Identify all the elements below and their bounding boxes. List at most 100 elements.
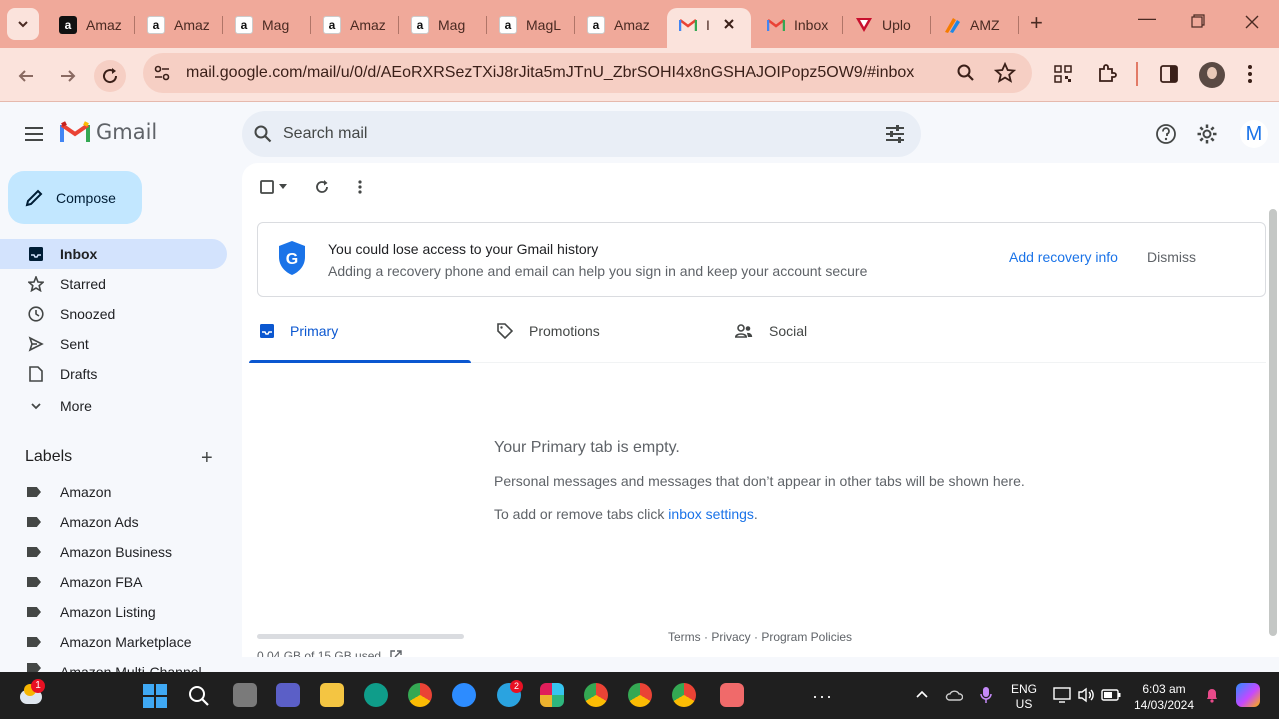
close-icon[interactable] bbox=[723, 18, 735, 30]
sidebar-item-drafts[interactable]: Drafts bbox=[0, 359, 227, 389]
asana-icon[interactable] bbox=[720, 683, 744, 707]
browser-tab[interactable]: a Mag bbox=[223, 8, 311, 42]
create-label-button[interactable]: + bbox=[201, 447, 213, 470]
minimize-button[interactable]: — bbox=[1138, 8, 1156, 29]
browser-tab[interactable]: a Amaz bbox=[311, 8, 399, 42]
task-view-icon[interactable] bbox=[233, 683, 257, 707]
site-info-icon[interactable] bbox=[153, 64, 171, 82]
label-item[interactable]: Amazon bbox=[0, 477, 227, 507]
zoom-app-icon[interactable] bbox=[452, 683, 476, 707]
tab-search-button[interactable] bbox=[7, 8, 39, 40]
dismiss-button[interactable]: Dismiss bbox=[1147, 249, 1196, 265]
new-tab-button[interactable]: + bbox=[1030, 10, 1043, 36]
browser-tab[interactable]: a Amaz bbox=[135, 8, 223, 42]
system-clock[interactable]: 6:03 am 14/03/2024 bbox=[1124, 681, 1204, 713]
sidebar-item-starred[interactable]: Starred bbox=[0, 269, 227, 299]
open-in-new-icon[interactable] bbox=[390, 650, 403, 657]
close-window-button[interactable] bbox=[1244, 14, 1260, 35]
settings-button[interactable] bbox=[1195, 122, 1219, 146]
browser-tab[interactable]: a Amaz bbox=[575, 8, 665, 42]
browser-tab[interactable]: Uplo bbox=[843, 8, 931, 42]
sidebar-item-sent[interactable]: Sent bbox=[0, 329, 227, 359]
microphone-icon[interactable] bbox=[980, 686, 992, 704]
select-all-checkbox[interactable] bbox=[260, 179, 287, 195]
chrome-profile-icon[interactable] bbox=[628, 683, 652, 707]
sidebar-item-snoozed[interactable]: Snoozed bbox=[0, 299, 227, 329]
url-text[interactable]: mail.google.com/mail/u/0/d/AEoRXRSezTXiJ… bbox=[186, 64, 946, 82]
main-menu-icon[interactable] bbox=[25, 127, 43, 141]
tab-promotions[interactable]: Promotions bbox=[497, 298, 600, 363]
slack-icon[interactable] bbox=[540, 683, 564, 707]
chevron-up-icon[interactable] bbox=[915, 689, 929, 699]
chrome-profile-icon[interactable] bbox=[672, 683, 696, 707]
add-recovery-info-button[interactable]: Add recovery info bbox=[1009, 249, 1118, 265]
search-input[interactable] bbox=[283, 125, 843, 143]
edge-icon[interactable] bbox=[364, 683, 388, 707]
browser-tab[interactable]: AMZ bbox=[931, 8, 1019, 42]
reload-button[interactable] bbox=[94, 60, 126, 92]
search-options-icon[interactable] bbox=[885, 125, 905, 143]
file-explorer-icon[interactable] bbox=[320, 683, 344, 707]
browser-tab-active[interactable]: I bbox=[667, 8, 751, 48]
browser-tab[interactable]: a MagL bbox=[487, 8, 575, 42]
chrome-icon[interactable] bbox=[408, 683, 432, 707]
browser-tab[interactable]: a Mag bbox=[399, 8, 487, 42]
chrome-profile-icon[interactable] bbox=[584, 683, 608, 707]
tab-primary[interactable]: Primary bbox=[260, 298, 338, 363]
search-icon[interactable] bbox=[254, 125, 272, 143]
support-button[interactable] bbox=[1154, 122, 1178, 146]
language-indicator[interactable]: ENG US bbox=[1006, 682, 1042, 712]
side-panel-icon[interactable] bbox=[1159, 64, 1179, 84]
extensions-icon[interactable] bbox=[1096, 63, 1118, 85]
more-apps-icon[interactable]: ··· bbox=[812, 686, 833, 707]
battery-icon[interactable] bbox=[1101, 688, 1121, 702]
clock-icon bbox=[28, 306, 44, 322]
profile-avatar[interactable] bbox=[1199, 62, 1225, 88]
onedrive-icon[interactable] bbox=[945, 688, 963, 702]
gmail-logo[interactable]: Gmail bbox=[60, 120, 157, 144]
zoom-icon[interactable] bbox=[956, 63, 976, 83]
label-item[interactable]: Amazon Business bbox=[0, 537, 227, 567]
volume-icon[interactable] bbox=[1077, 687, 1095, 703]
browser-tab[interactable]: Inbox bbox=[755, 8, 843, 42]
label-tag-icon bbox=[27, 663, 41, 672]
account-avatar[interactable]: M bbox=[1240, 120, 1268, 148]
back-button[interactable] bbox=[10, 60, 42, 92]
refresh-button[interactable] bbox=[315, 179, 329, 195]
restore-button[interactable] bbox=[1191, 12, 1205, 33]
windows-start-button[interactable] bbox=[143, 684, 167, 708]
inbox-icon bbox=[260, 323, 274, 338]
qr-code-icon[interactable] bbox=[1054, 65, 1072, 83]
browser-tab[interactable]: a Amaz bbox=[47, 8, 135, 42]
copilot-icon[interactable] bbox=[1236, 683, 1260, 707]
label-item[interactable]: Amazon Marketplace bbox=[0, 627, 227, 657]
more-options-button[interactable] bbox=[358, 179, 362, 195]
gmail-logo-text: Gmail bbox=[96, 120, 158, 144]
network-icon[interactable] bbox=[1053, 687, 1071, 703]
label-item[interactable]: Amazon Multi-Channel bbox=[0, 657, 227, 672]
main-scrollbar[interactable] bbox=[1269, 209, 1277, 636]
menu-dots-vertical-icon[interactable] bbox=[1246, 64, 1254, 84]
address-bar[interactable]: mail.google.com/mail/u/0/d/AEoRXRSezTXiJ… bbox=[143, 53, 1032, 93]
label-item[interactable]: Amazon FBA bbox=[0, 567, 227, 597]
caret-down-icon[interactable] bbox=[279, 184, 287, 190]
help-icon bbox=[1156, 124, 1176, 144]
teams-icon[interactable] bbox=[276, 683, 300, 707]
star-icon bbox=[28, 276, 44, 292]
compose-button[interactable]: Compose bbox=[8, 171, 142, 224]
label-item[interactable]: Amazon Ads bbox=[0, 507, 227, 537]
label-item[interactable]: Amazon Listing bbox=[0, 597, 227, 627]
search-bar[interactable] bbox=[242, 111, 921, 157]
tab-social[interactable]: Social bbox=[735, 298, 807, 363]
footer-links[interactable]: Terms · Privacy · Program Policies bbox=[668, 630, 852, 644]
forward-button[interactable] bbox=[52, 60, 84, 92]
sidebar-item-inbox[interactable]: Inbox bbox=[0, 239, 227, 269]
search-icon[interactable] bbox=[188, 685, 210, 707]
bell-icon[interactable] bbox=[1205, 687, 1219, 703]
bookmark-star-icon[interactable] bbox=[994, 62, 1016, 84]
storage-usage[interactable]: 0.04 GB of 15 GB used bbox=[257, 649, 403, 657]
google-shield-icon: G bbox=[279, 241, 305, 275]
weather-widget[interactable]: 1 bbox=[20, 679, 46, 708]
inbox-settings-link[interactable]: inbox settings bbox=[668, 506, 754, 522]
sidebar-item-more[interactable]: More bbox=[0, 391, 227, 421]
